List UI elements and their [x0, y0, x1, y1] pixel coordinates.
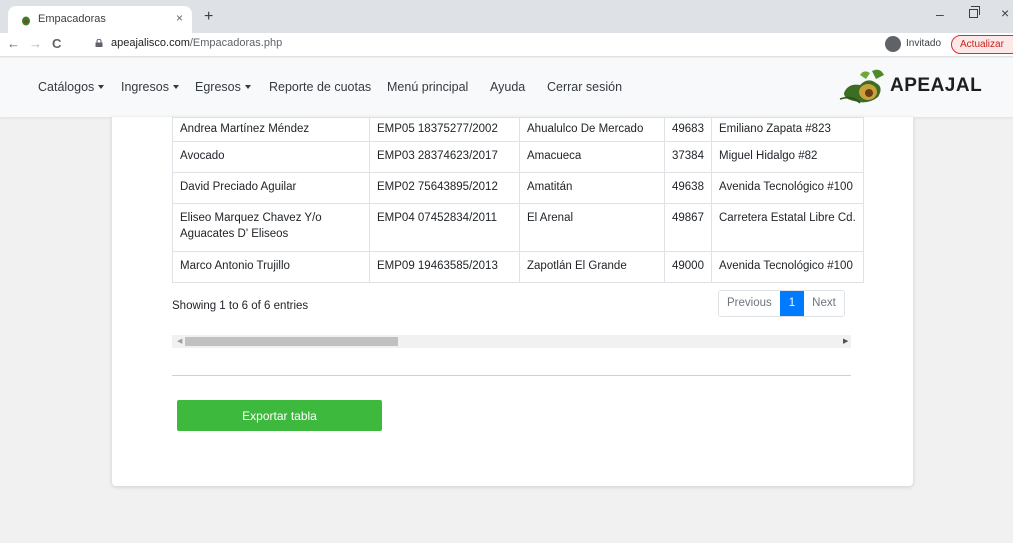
page-1-button[interactable]: 1: [779, 291, 805, 316]
caret-down-icon: [244, 85, 251, 89]
browser-tab[interactable]: Empacadoras ×: [8, 6, 192, 33]
table-cell-municipality: Zapotlán El Grande: [527, 260, 627, 272]
logo-text[interactable]: APEAJAL: [890, 75, 982, 97]
packers-table: Andrea Martínez Méndez EMP05 18375277/20…: [172, 117, 864, 283]
table-cell-address: Avenida Tecnológico #100: [718, 260, 853, 272]
table-cell-municipality: Amacueca: [527, 150, 582, 162]
table-cell-code: EMP09 19463585/2013: [377, 260, 498, 272]
next-page-button[interactable]: Next: [804, 291, 844, 316]
table-cell-name: David Preciado Aguilar: [180, 181, 297, 193]
table-cell-zip: 49000: [672, 260, 704, 272]
table-cell-municipality: El Arenal: [527, 212, 574, 224]
caret-down-icon: [172, 85, 179, 89]
profile-avatar-icon[interactable]: [885, 36, 901, 52]
window-close-icon[interactable]: ×: [1001, 5, 1009, 21]
url-text: apeajalisco.com/Empacadoras.php: [111, 37, 282, 49]
back-icon[interactable]: ←: [7, 36, 20, 51]
table-cell-name: Andrea Martínez Méndez: [180, 123, 310, 135]
table-cell-address: Carretera Estatal Libre Cd.: [718, 212, 856, 224]
nav-catalogos[interactable]: Catálogos: [38, 80, 105, 94]
nav-reporte-de-cuotas[interactable]: Reporte de cuotas: [269, 80, 371, 94]
horizontal-scrollbar[interactable]: ◀ ▶: [172, 335, 851, 348]
update-button[interactable]: Actualizar: [951, 35, 1013, 54]
browser-tabstrip: Empacadoras × + – ×: [0, 0, 1013, 33]
url-path: /Empacadoras.php: [189, 37, 283, 49]
table-cell-zip: 49638: [672, 181, 704, 193]
avocado-favicon-icon: [22, 16, 30, 26]
table-cell-municipality: Amatitán: [527, 181, 573, 193]
minimize-icon[interactable]: –: [936, 6, 944, 22]
nav-ayuda[interactable]: Ayuda: [490, 80, 525, 94]
divider: [172, 375, 851, 376]
nav-egresos-label: Egresos: [195, 80, 241, 94]
nav-ingresos-label: Ingresos: [121, 80, 169, 94]
nav-ingresos[interactable]: Ingresos: [121, 80, 179, 94]
table-row: Eliseo Marquez Chavez Y/o Aguacates D' E…: [172, 203, 864, 252]
content-card: Andrea Martínez Méndez EMP05 18375277/20…: [112, 117, 913, 486]
table-cell-name: Avocado: [180, 150, 225, 162]
site-navbar: Catálogos Ingresos Egresos Reporte de cu…: [0, 58, 1013, 117]
table-cell-code: EMP03 28374623/2017: [377, 150, 498, 162]
table-cell-code: EMP05 18375277/2002: [377, 123, 498, 135]
table-cell-address: Emiliano Zapata #823: [718, 123, 831, 135]
scroll-right-arrow-icon[interactable]: ▶: [843, 337, 848, 345]
table-cell-municipality: Ahualulco De Mercado: [527, 123, 644, 135]
table-row: Andrea Martínez Méndez EMP05 18375277/20…: [172, 117, 864, 142]
table-row: Avocado EMP03 28374623/2017 Amacueca 373…: [172, 141, 864, 173]
address-bar[interactable]: apeajalisco.com/Empacadoras.php: [89, 35, 869, 54]
new-tab-button[interactable]: +: [204, 8, 213, 26]
caret-down-icon: [98, 85, 105, 89]
table-row: Marco Antonio Trujillo EMP09 19463585/20…: [172, 251, 864, 283]
url-host: apeajalisco.com: [111, 37, 190, 49]
table-cell-code: EMP04 07452834/2011: [377, 212, 497, 224]
forward-icon[interactable]: →: [29, 36, 42, 51]
pagination: Previous 1 Next: [718, 290, 845, 317]
table-cell-zip: 49867: [672, 212, 704, 224]
table-row: David Preciado Aguilar EMP02 75643895/20…: [172, 172, 864, 204]
scrollbar-thumb[interactable]: [185, 337, 398, 346]
export-table-button[interactable]: Exportar tabla: [177, 400, 382, 431]
table-cell-code: EMP02 75643895/2012: [377, 181, 498, 193]
table-cell-name: Eliseo Marquez Chavez Y/o Aguacates D' E…: [180, 212, 322, 240]
table-cell-name: Marco Antonio Trujillo: [180, 260, 290, 272]
apeajal-logo-icon[interactable]: [838, 65, 890, 105]
table-cell-zip: 49683: [672, 123, 704, 135]
tab-title: Empacadoras: [38, 13, 106, 25]
table-cell-address: Avenida Tecnológico #100: [718, 181, 853, 193]
reload-icon[interactable]: C: [52, 36, 61, 51]
nav-egresos[interactable]: Egresos: [195, 80, 251, 94]
lock-icon: [95, 39, 103, 47]
profile-label[interactable]: Invitado: [906, 38, 941, 49]
table-cell-address: Miguel Hidalgo #82: [718, 150, 818, 162]
table-cell-zip: 37384: [672, 150, 704, 162]
browser-toolbar: ← → C apeajalisco.com/Empacadoras.php In…: [0, 33, 1013, 57]
nav-menu-principal[interactable]: Menú principal: [387, 80, 468, 94]
entries-info: Showing 1 to 6 of 6 entries: [172, 300, 309, 312]
previous-page-button[interactable]: Previous: [719, 291, 780, 316]
tab-close-icon[interactable]: ×: [176, 11, 183, 25]
nav-cerrar-sesion[interactable]: Cerrar sesión: [547, 80, 622, 94]
nav-catalogos-label: Catálogos: [38, 80, 95, 94]
scroll-left-arrow-icon[interactable]: ◀: [177, 337, 182, 345]
restore-icon[interactable]: [969, 6, 980, 18]
